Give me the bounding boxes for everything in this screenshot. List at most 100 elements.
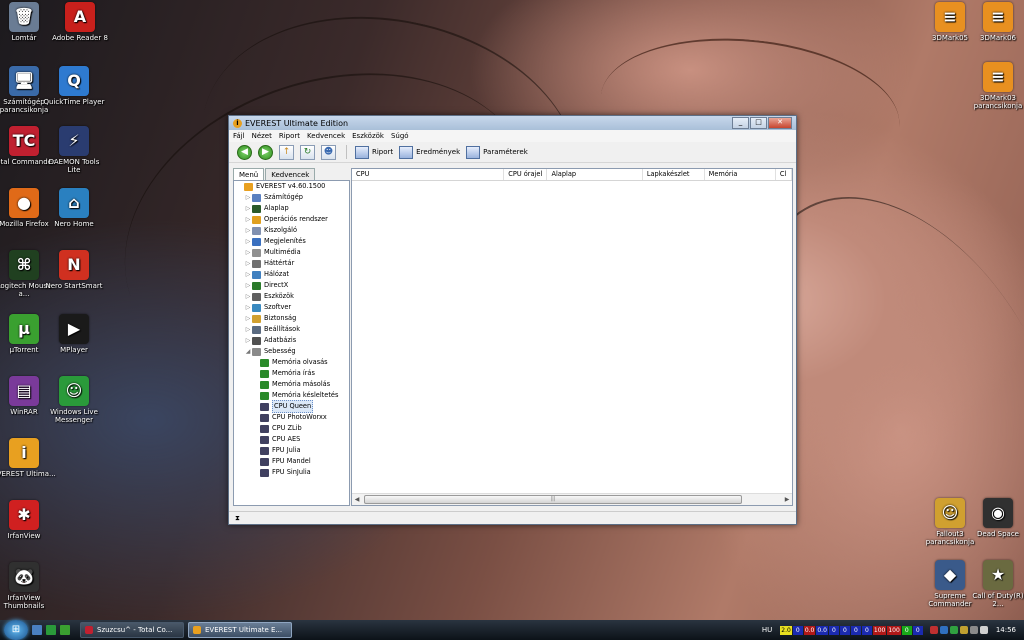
expand-arrow-icon[interactable]: ▷	[244, 192, 252, 203]
desktop-icon-daemon[interactable]: ⚡ DAEMON Tools Lite	[42, 126, 106, 174]
forward-arrow-icon[interactable]: ▶	[258, 144, 273, 160]
column-header[interactable]: Memória	[705, 169, 776, 180]
desktop-icon-nerostart[interactable]: N Nero StartSmart	[42, 250, 106, 290]
scroll-left-icon[interactable]: ◀	[352, 496, 362, 503]
tray-app-icon[interactable]	[939, 626, 948, 634]
clock[interactable]: 14:56	[996, 626, 1016, 634]
tree-item[interactable]: ▷ Megjelenítés	[234, 236, 349, 247]
scroll-thumb[interactable]: |||	[364, 495, 742, 504]
menu-item-2[interactable]: Riport	[279, 132, 300, 140]
title-bar[interactable]: i EVEREST Ultimate Edition _ □ ✕	[229, 116, 796, 130]
tree-item[interactable]: ▷ Biztonság	[234, 313, 349, 324]
tree-item[interactable]: ▷ Eszközök	[234, 291, 349, 302]
tree-item[interactable]: CPU Queen	[234, 400, 349, 413]
results-list[interactable]: CPU CPU órajel Alaplap Lapkakészlet Memória C…	[351, 168, 793, 506]
expand-arrow-icon[interactable]: ▷	[244, 269, 252, 280]
tree-item[interactable]: ▷ Operációs rendszer	[234, 214, 349, 225]
desktop-icon-adobe[interactable]: A Adobe Reader 8	[48, 2, 112, 42]
tree-item[interactable]: Memória írás	[234, 368, 349, 379]
desktop-icon-3dmark03[interactable]: ≡ 3DMark03 parancsikonja	[966, 62, 1024, 110]
maximize-button[interactable]: □	[750, 117, 767, 129]
desktop-icon-irfan[interactable]: ✱ IrfanView	[0, 500, 56, 540]
tray-app-icon[interactable]	[929, 626, 938, 634]
desktop-icon-deadspace[interactable]: ◉ Dead Space	[966, 498, 1024, 538]
show-desktop-icon[interactable]	[32, 625, 42, 635]
tree-item[interactable]: ◢ Sebesség	[234, 346, 349, 357]
params-button[interactable]: Paraméterek	[466, 145, 528, 159]
taskbar-button[interactable]: EVEREST Ultimate E...	[188, 622, 292, 638]
start-button[interactable]: ⊞	[4, 620, 28, 640]
expand-arrow-icon[interactable]: ▷	[244, 247, 252, 258]
column-header[interactable]: Lapkakészlet	[643, 169, 705, 180]
tree-item[interactable]: CPU PhotoWorxx	[234, 412, 349, 423]
refresh-icon[interactable]: ↻	[300, 144, 315, 160]
tree-item[interactable]: CPU AES	[234, 434, 349, 445]
menu-item-1[interactable]: Nézet	[252, 132, 272, 140]
tree-item[interactable]: ▷ Számítógép	[234, 192, 349, 203]
desktop-icon-cod[interactable]: ★ Call of Duty(R) 2...	[966, 560, 1024, 608]
column-header[interactable]: CPU órajel	[504, 169, 548, 180]
desktop-icon-irfanthumbs[interactable]: 🐼 IrfanView Thumbnails	[0, 562, 56, 610]
everest-window[interactable]: i EVEREST Ultimate Edition _ □ ✕ Fájl Néz…	[228, 115, 797, 525]
expand-arrow-icon[interactable]: ▷	[244, 280, 252, 291]
expand-arrow-icon[interactable]: ▷	[244, 324, 252, 335]
close-button[interactable]: ✕	[768, 117, 792, 129]
desktop-icon-mplayer[interactable]: ▶ MPlayer	[42, 314, 106, 354]
volume-icon[interactable]	[979, 626, 988, 634]
tree-item[interactable]: Memória olvasás	[234, 357, 349, 368]
expand-arrow-icon[interactable]: ▷	[244, 302, 252, 313]
results-button[interactable]: Eredmények	[399, 145, 460, 159]
minimize-button[interactable]: _	[732, 117, 749, 129]
tray-app-icon[interactable]	[949, 626, 958, 634]
tree-item[interactable]: FPU SinJulia	[234, 467, 349, 478]
menu-item-5[interactable]: Súgó	[391, 132, 409, 140]
desktop-icon-quicktime[interactable]: Q QuickTime Player	[42, 66, 106, 106]
tree-item[interactable]: ▷ Háttértár	[234, 258, 349, 269]
expand-arrow-icon[interactable]: ▷	[244, 214, 252, 225]
desktop-icon-everest[interactable]: i EVEREST Ultima...	[0, 438, 56, 478]
column-header[interactable]: Cl	[776, 169, 793, 180]
menu-item-0[interactable]: Fájl	[233, 132, 245, 140]
tree-item[interactable]: ▷ Hálózat	[234, 269, 349, 280]
expand-arrow-icon[interactable]: ▷	[244, 203, 252, 214]
desktop-icon-nerohome[interactable]: ⌂ Nero Home	[42, 188, 106, 228]
tree-item[interactable]: FPU Julia	[234, 445, 349, 456]
desktop-icon-3dmark06[interactable]: ≡ 3DMark06	[966, 2, 1024, 42]
language-indicator[interactable]: HU	[762, 626, 772, 634]
tree-item[interactable]: ▷ DirectX	[234, 280, 349, 291]
back-arrow-icon[interactable]: ◀	[237, 144, 252, 160]
expand-arrow-icon[interactable]: ▷	[244, 225, 252, 236]
expand-arrow-icon[interactable]: ▷	[244, 291, 252, 302]
quicklaunch-messenger-icon[interactable]	[46, 625, 56, 635]
expand-arrow-icon[interactable]: ▷	[244, 258, 252, 269]
desktop-icon-messenger[interactable]: ☺ Windows Live Messenger	[42, 376, 106, 424]
tree-item[interactable]: ▷ Multimédia	[234, 247, 349, 258]
tray-app-icon[interactable]	[959, 626, 968, 634]
tree-item[interactable]: ▷ Szoftver	[234, 302, 349, 313]
quicklaunch-utorrent-icon[interactable]	[60, 625, 70, 635]
horizontal-scrollbar[interactable]: ◀ ||| ▶	[352, 493, 792, 505]
menu-item-4[interactable]: Eszközök	[352, 132, 384, 140]
tree-item[interactable]: FPU Mandel	[234, 456, 349, 467]
tree-item[interactable]: ▷ Alaplap	[234, 203, 349, 214]
users-icon[interactable]: ☻	[321, 144, 336, 160]
up-arrow-icon[interactable]: ↑	[279, 144, 294, 160]
report-button[interactable]: Riport	[355, 145, 393, 159]
column-header[interactable]: CPU	[352, 169, 505, 180]
expand-arrow-icon[interactable]: ▷	[244, 313, 252, 324]
tree-item[interactable]: ▷ Adatbázis	[234, 335, 349, 346]
taskbar-button[interactable]: Szuzcsu^ - Total Co...	[80, 622, 184, 638]
tree-item[interactable]: ▷ Beállítások	[234, 324, 349, 335]
expand-arrow-icon[interactable]: ▷	[244, 335, 252, 346]
tree-item[interactable]: CPU ZLib	[234, 423, 349, 434]
scroll-right-icon[interactable]: ▶	[782, 496, 792, 503]
menu-item-3[interactable]: Kedvencek	[307, 132, 345, 140]
tree-item[interactable]: EVEREST v4.60.1500	[234, 181, 349, 192]
network-icon[interactable]	[969, 626, 978, 634]
expand-arrow-icon[interactable]: ▷	[244, 236, 252, 247]
tree-item[interactable]: ▷ Kiszolgáló	[234, 225, 349, 236]
expand-arrow-icon[interactable]: ◢	[244, 346, 252, 357]
column-header[interactable]: Alaplap	[547, 169, 643, 180]
tree-item[interactable]: Memória másolás	[234, 379, 349, 390]
navigation-tree[interactable]: EVEREST v4.60.1500 ▷ Számítógép ▷ Alaplap ▷ Op…	[233, 180, 350, 506]
